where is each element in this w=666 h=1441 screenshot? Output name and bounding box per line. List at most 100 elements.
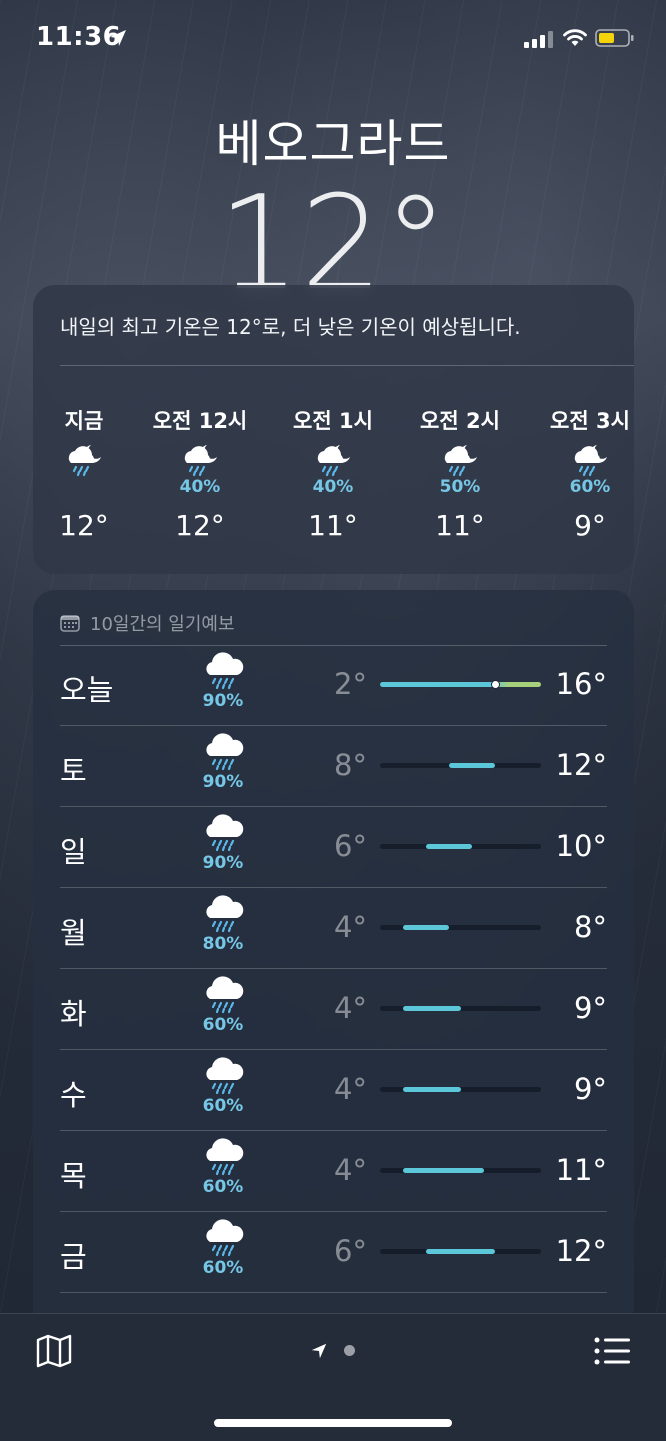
precip-chance: 60% bbox=[569, 477, 611, 497]
temp-range-track bbox=[380, 844, 541, 849]
night-rain-icon bbox=[444, 445, 477, 477]
temp-range-track bbox=[380, 1087, 541, 1092]
precip-chance bbox=[29, 477, 139, 499]
forecast-summary: 내일의 최고 기온은 12°로, 더 낮은 기온이 예상됩니다. bbox=[60, 315, 521, 339]
precip-chance: 60% bbox=[202, 1015, 244, 1035]
high-temp: 9° bbox=[574, 991, 607, 1025]
rain-cloud-icon bbox=[206, 814, 244, 852]
battery-icon bbox=[595, 29, 634, 47]
rain-cloud-icon bbox=[206, 1138, 244, 1176]
hourly-list[interactable]: 지금 12° 오전 12시 40% 12° 오전 1시 40% 11° 오전 2시 50% 11° 오… bbox=[33, 405, 634, 565]
temp-range-track bbox=[380, 1006, 541, 1011]
hour-label: 지금 bbox=[64, 409, 104, 433]
daily-forecast-title: 10일간의 일기예보 bbox=[90, 614, 235, 635]
precip-chance: 40% bbox=[179, 477, 221, 497]
high-temp: 9° bbox=[574, 1072, 607, 1106]
high-temp: 12° bbox=[555, 1234, 607, 1268]
high-temp: 12° bbox=[555, 748, 607, 782]
low-temp: 6° bbox=[334, 1234, 367, 1268]
temp-range-bar bbox=[426, 844, 472, 849]
hour-label: 오전 1시 bbox=[293, 409, 373, 433]
night-rain-icon bbox=[317, 445, 350, 477]
divider bbox=[60, 365, 634, 366]
temp-range-track bbox=[380, 1168, 541, 1173]
temp-range-track bbox=[380, 763, 541, 768]
daily-row[interactable]: 오늘 90% 2° 16° bbox=[33, 645, 634, 726]
hour-temp: 9° bbox=[574, 509, 606, 542]
temp-range-bar bbox=[426, 1249, 495, 1254]
daily-row[interactable]: 일 90% 6° 10° bbox=[33, 807, 634, 888]
hour-temp: 11° bbox=[435, 509, 485, 542]
day-label: 목 bbox=[60, 1159, 87, 1193]
daily-row[interactable]: 토 90% 8° 12° bbox=[33, 726, 634, 807]
location-arrow-icon bbox=[110, 30, 126, 46]
precip-chance: 40% bbox=[312, 477, 354, 497]
bottom-toolbar bbox=[0, 1313, 666, 1441]
daily-forecast-card[interactable]: 10일간의 일기예보 오늘 90% 2° 16° 토 90% 8° 12° 일 90% 6° 10° 월… bbox=[33, 590, 634, 1330]
daily-forecast-header: 10일간의 일기예보 bbox=[60, 610, 235, 636]
hourly-forecast-card[interactable]: 내일의 최고 기온은 12°로, 더 낮은 기온이 예상됩니다. 지금 12° 오전… bbox=[33, 285, 634, 574]
home-indicator bbox=[214, 1419, 452, 1427]
rain-cloud-icon bbox=[206, 733, 244, 771]
precip-chance: 60% bbox=[202, 1096, 244, 1116]
hour-label: 오전 12시 bbox=[152, 409, 248, 433]
daily-row[interactable]: 목 60% 4° 11° bbox=[33, 1131, 634, 1212]
high-temp: 16° bbox=[555, 667, 607, 701]
hour-item: 오전 12시 40% 12° bbox=[145, 405, 255, 542]
night-rain-icon bbox=[184, 445, 217, 477]
day-label: 화 bbox=[60, 997, 87, 1031]
temp-range-track bbox=[380, 1249, 541, 1254]
hour-item: 오전 2시 50% 11° bbox=[405, 405, 515, 542]
hour-temp: 11° bbox=[308, 509, 358, 542]
rain-cloud-icon bbox=[206, 1219, 244, 1257]
rain-cloud-icon bbox=[206, 895, 244, 933]
location-arrow-icon[interactable] bbox=[310, 1342, 328, 1360]
high-temp: 10° bbox=[555, 829, 607, 863]
night-rain-icon bbox=[574, 445, 607, 477]
day-label: 월 bbox=[60, 916, 87, 950]
temp-range-bar bbox=[403, 925, 449, 930]
low-temp: 6° bbox=[334, 829, 367, 863]
low-temp: 4° bbox=[334, 1072, 367, 1106]
hour-item: 지금 12° bbox=[29, 405, 139, 542]
current-temperature: 12° bbox=[217, 168, 449, 292]
low-temp: 2° bbox=[334, 667, 367, 701]
temp-range-bar bbox=[403, 1168, 484, 1173]
current-temp-dot bbox=[490, 680, 500, 689]
precip-chance: 50% bbox=[439, 477, 481, 497]
temp-range-bar bbox=[449, 763, 495, 768]
hour-label: 오전 3시 bbox=[550, 409, 630, 433]
hour-item: 오전 1시 40% 11° bbox=[278, 405, 388, 542]
precip-chance: 90% bbox=[202, 691, 244, 711]
precip-chance: 90% bbox=[202, 772, 244, 792]
temp-range-track bbox=[380, 680, 541, 689]
precip-chance: 80% bbox=[202, 934, 244, 954]
page-indicator-dot[interactable] bbox=[344, 1345, 355, 1356]
rain-cloud-icon bbox=[206, 976, 244, 1014]
daily-row[interactable]: 화 60% 4° 9° bbox=[33, 969, 634, 1050]
night-rain-icon bbox=[68, 445, 101, 477]
high-temp: 8° bbox=[574, 910, 607, 944]
temp-range-bar bbox=[403, 1006, 461, 1011]
precip-chance: 60% bbox=[202, 1258, 244, 1278]
list-icon[interactable] bbox=[594, 1337, 630, 1365]
daily-row[interactable]: 수 60% 4° 9° bbox=[33, 1050, 634, 1131]
temp-range-track bbox=[380, 925, 541, 930]
day-label: 토 bbox=[60, 754, 87, 788]
wifi-icon bbox=[563, 29, 587, 46]
day-label: 수 bbox=[60, 1078, 87, 1112]
temp-range-bar bbox=[403, 1087, 461, 1092]
map-icon[interactable] bbox=[36, 1334, 72, 1368]
day-label: 일 bbox=[60, 835, 87, 869]
precip-chance: 90% bbox=[202, 853, 244, 873]
daily-row[interactable]: 월 80% 4° 8° bbox=[33, 888, 634, 969]
day-label: 오늘 bbox=[60, 673, 114, 707]
rain-cloud-icon bbox=[206, 652, 244, 690]
status-bar: 11:36 bbox=[0, 0, 666, 80]
calendar-icon bbox=[60, 615, 80, 632]
hour-item: 오전 3시 60% 9° bbox=[535, 405, 645, 542]
hour-label: 오전 2시 bbox=[420, 409, 500, 433]
low-temp: 4° bbox=[334, 1153, 367, 1187]
daily-row[interactable]: 금 60% 6° 12° bbox=[33, 1212, 634, 1293]
divider bbox=[60, 1292, 607, 1293]
